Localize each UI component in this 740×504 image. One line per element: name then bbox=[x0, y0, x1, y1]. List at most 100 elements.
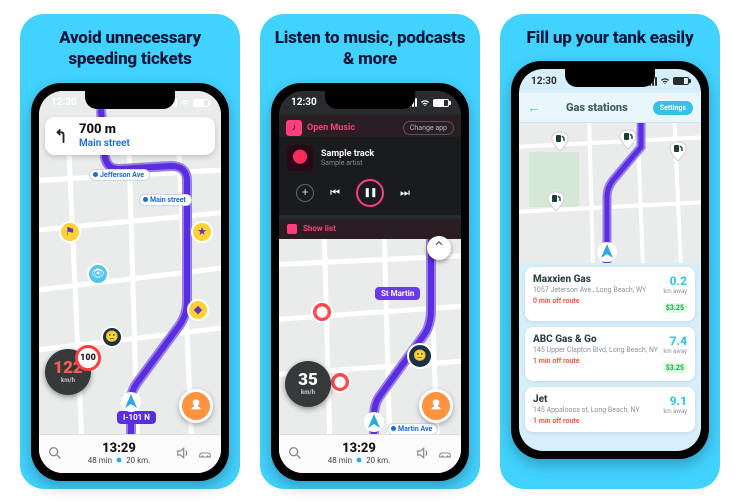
panel-title: Avoid unnecessary speeding tickets bbox=[28, 28, 232, 71]
eta-block[interactable]: 13:29 48 min 20 km. bbox=[88, 441, 151, 465]
screen: St Martin Martin Ave ⬤ ⬤ 🙂 12:30 ♪ Open … bbox=[279, 91, 461, 473]
wazer-marker[interactable]: 🙂 bbox=[101, 326, 123, 348]
wazer-marker[interactable]: 👁 bbox=[87, 263, 109, 285]
panel-title: Listen to music, podcasts & more bbox=[268, 28, 472, 71]
alert-marker[interactable]: ⬤ bbox=[311, 301, 333, 323]
gas-list[interactable]: Maxxien Gas 1057 Jeterson Ave., Long Bea… bbox=[525, 267, 695, 445]
bottom-bar: 13:29 48 min 20 km. bbox=[39, 434, 221, 473]
battery-icon bbox=[433, 99, 449, 107]
report-button[interactable] bbox=[419, 389, 453, 423]
speedometer[interactable]: 122 km/h 100 bbox=[45, 349, 91, 395]
music-player: Sample track Sample artist + ⏮ ⏭ bbox=[279, 137, 461, 215]
battery-icon bbox=[193, 99, 209, 107]
screen: Jefferson Ave Main street ⚑ ★ 👁 🙂 ◆ I-10… bbox=[39, 91, 221, 473]
back-button[interactable]: ← bbox=[527, 99, 541, 116]
show-list-label: Show list bbox=[303, 224, 336, 233]
play-pause-button[interactable] bbox=[356, 179, 384, 207]
hazard-marker[interactable]: ◆ bbox=[187, 299, 209, 321]
alert-marker[interactable]: ⬤ bbox=[329, 371, 351, 393]
panel-title: Fill up your tank easily bbox=[527, 28, 694, 49]
sound-icon[interactable] bbox=[415, 445, 431, 461]
station-name: Jet bbox=[533, 394, 640, 405]
nav-arrow-icon bbox=[120, 391, 142, 413]
speed-limit: 100 bbox=[75, 345, 101, 371]
route-dot-icon bbox=[355, 456, 363, 464]
carpool-icon[interactable] bbox=[197, 445, 213, 461]
station-offroute: 0 min off route bbox=[533, 297, 646, 305]
hazard-marker[interactable]: ★ bbox=[191, 221, 213, 243]
turn-card[interactable]: 700 m Main street bbox=[45, 117, 215, 155]
station-unit: km away bbox=[663, 288, 687, 295]
panel-music: Listen to music, podcasts & more St Mart… bbox=[260, 14, 480, 489]
nav-arrow-icon bbox=[596, 241, 618, 263]
next-button[interactable]: ⏭ bbox=[400, 186, 410, 200]
sound-icon[interactable] bbox=[175, 445, 191, 461]
station-offroute: 1 min off route bbox=[533, 357, 658, 365]
phone-frame: St Martin Martin Ave ⬤ ⬤ 🙂 12:30 ♪ Open … bbox=[271, 83, 469, 481]
station-offroute: 1 min off route bbox=[533, 417, 640, 425]
app-store-panels: Avoid unnecessary speeding tickets Jeffe… bbox=[20, 14, 720, 489]
music-service-icon: ♪ bbox=[286, 120, 302, 136]
gas-pin[interactable] bbox=[547, 191, 565, 211]
road-label: Jefferson Ave bbox=[89, 169, 150, 181]
route-dot-icon bbox=[115, 456, 123, 464]
wifi-icon bbox=[660, 77, 670, 85]
phone-frame: Jefferson Ave Main street ⚑ ★ 👁 🙂 ◆ I-10… bbox=[31, 83, 229, 481]
eta-block[interactable]: 13:29 48 min 20 km. bbox=[328, 441, 391, 465]
station-dist: 9.1 bbox=[663, 394, 687, 408]
turn-street: Main street bbox=[79, 138, 130, 149]
search-icon[interactable] bbox=[287, 445, 303, 461]
gas-card[interactable]: Jet 145 Appaloosa st, Long Beach, NY 1 m… bbox=[525, 387, 695, 432]
eta-duration: 48 min bbox=[328, 456, 352, 465]
screen: 12:30 ← Gas stations Settings Maxxien Ga… bbox=[519, 69, 701, 451]
station-unit: km away bbox=[663, 348, 687, 355]
search-icon[interactable] bbox=[47, 445, 63, 461]
status-time: 12:30 bbox=[531, 76, 557, 87]
gas-pin[interactable] bbox=[669, 141, 687, 161]
album-art[interactable] bbox=[287, 145, 313, 171]
status-time: 12:30 bbox=[51, 97, 77, 108]
eta-distance: 20 km. bbox=[126, 456, 150, 465]
notch bbox=[325, 91, 415, 109]
station-price: $3.25 bbox=[663, 363, 687, 373]
track-title: Sample track bbox=[321, 149, 374, 159]
station-addr: 145 Appaloosa st, Long Beach, NY bbox=[533, 406, 640, 414]
gas-card[interactable]: ABC Gas & Go 145 Upper Clapton Blvd, Lon… bbox=[525, 327, 695, 381]
eta-time: 13:29 bbox=[88, 441, 151, 456]
battery-icon bbox=[673, 77, 689, 85]
wifi-icon bbox=[420, 99, 430, 107]
road-label: St Martin bbox=[375, 287, 420, 300]
show-list-row[interactable]: Show list bbox=[279, 219, 461, 239]
eta-distance: 20 km. bbox=[366, 456, 390, 465]
wifi-icon bbox=[180, 99, 190, 107]
station-name: ABC Gas & Go bbox=[533, 334, 658, 345]
collapse-button[interactable]: ⌃ bbox=[427, 236, 451, 260]
turn-arrow-icon bbox=[53, 127, 71, 145]
bottom-bar: 13:29 48 min 20 km. bbox=[279, 434, 461, 473]
report-button[interactable] bbox=[179, 389, 213, 423]
station-dist: 7.4 bbox=[663, 334, 687, 348]
carpool-icon[interactable] bbox=[437, 445, 453, 461]
open-music-label[interactable]: Open Music bbox=[307, 123, 355, 133]
station-name: Maxxien Gas bbox=[533, 274, 646, 285]
gas-pin[interactable] bbox=[551, 131, 569, 151]
prev-button[interactable]: ⏮ bbox=[330, 186, 340, 200]
gas-header: ← Gas stations Settings bbox=[519, 93, 701, 123]
station-addr: 1057 Jeterson Ave., Long Beach, WY bbox=[533, 286, 646, 294]
panel-gas: Fill up your tank easily bbox=[500, 14, 720, 489]
current-speed: 35 bbox=[298, 372, 318, 389]
change-app-button[interactable]: Change app bbox=[403, 121, 454, 135]
status-time: 12:30 bbox=[291, 97, 317, 108]
settings-button[interactable]: Settings bbox=[653, 101, 693, 115]
station-addr: 145 Upper Clapton Blvd, Long Beach, NY bbox=[533, 346, 658, 354]
road-label: Main street bbox=[139, 194, 192, 206]
track-artist: Sample artist bbox=[321, 159, 374, 167]
station-dist: 0.2 bbox=[663, 274, 687, 288]
gas-pin[interactable] bbox=[619, 129, 637, 149]
wazer-marker[interactable]: 🙂 bbox=[407, 343, 433, 369]
speedometer[interactable]: 35 km/h bbox=[285, 361, 331, 407]
gas-card[interactable]: Maxxien Gas 1057 Jeterson Ave., Long Bea… bbox=[525, 267, 695, 321]
add-button[interactable]: + bbox=[296, 184, 314, 202]
notch bbox=[565, 69, 655, 87]
hazard-marker[interactable]: ⚑ bbox=[59, 221, 81, 243]
